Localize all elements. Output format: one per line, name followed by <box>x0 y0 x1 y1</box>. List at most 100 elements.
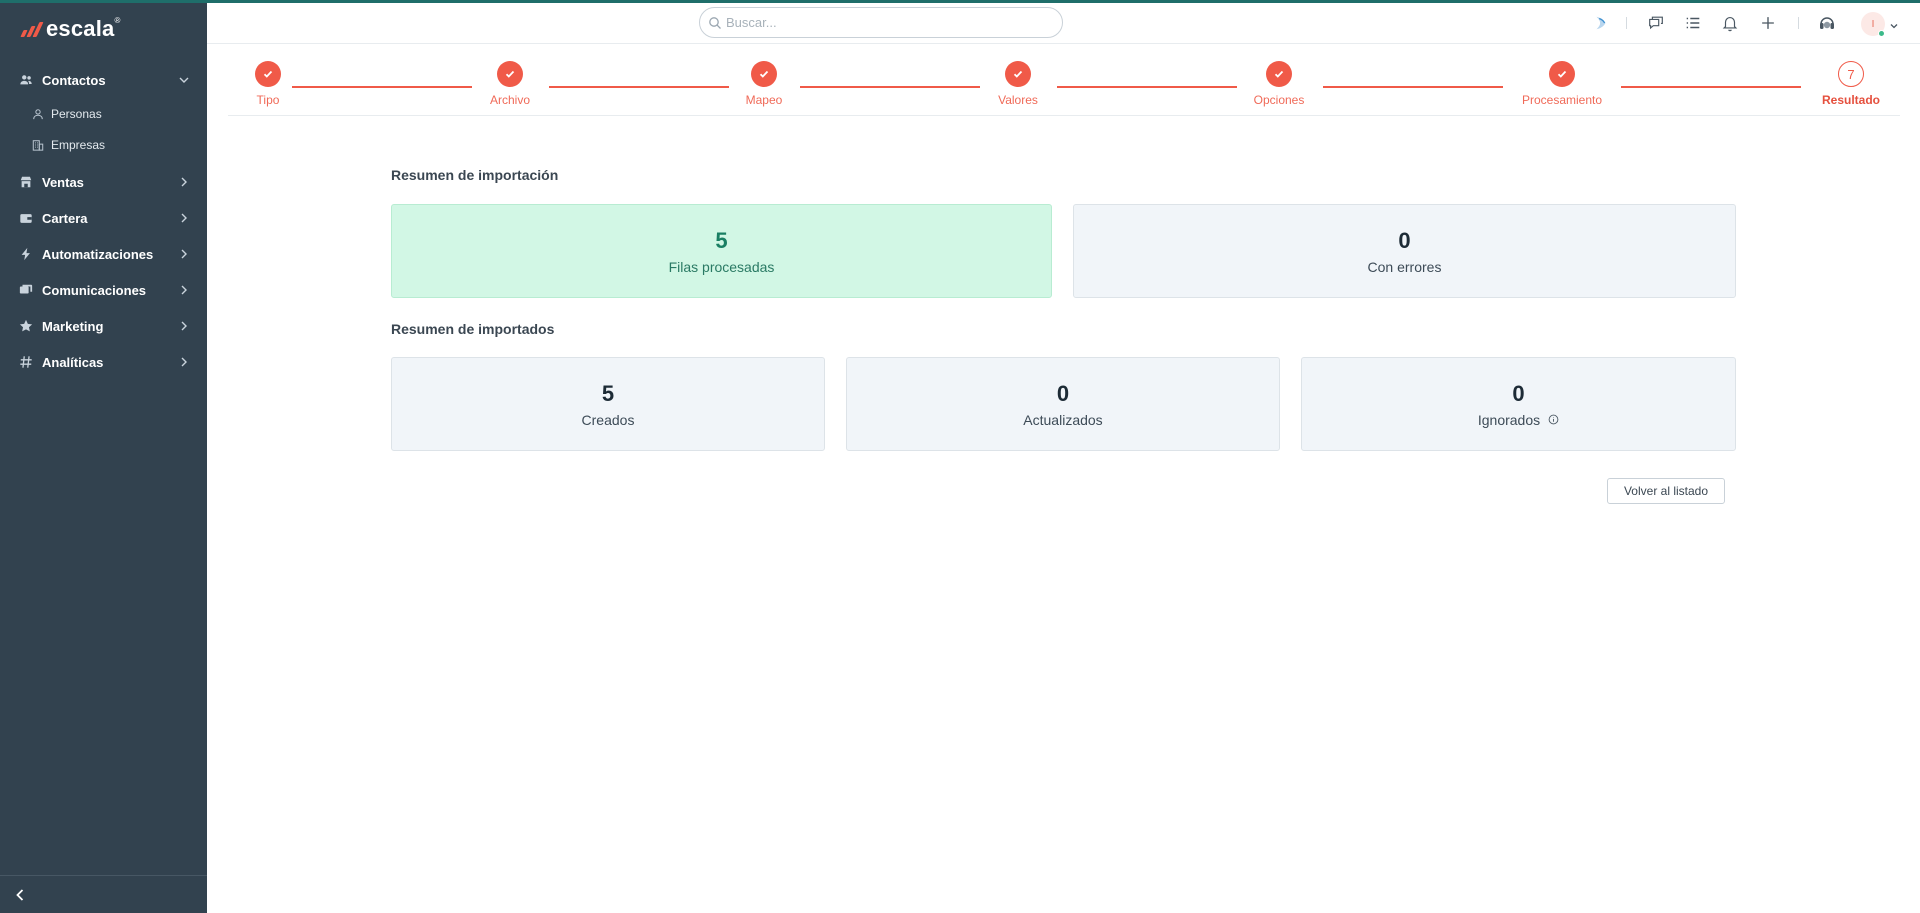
sidebar-subitem-label: Empresas <box>51 137 106 152</box>
logo-mark-icon <box>20 21 44 37</box>
step-label: Opciones <box>1253 93 1305 107</box>
collapse-sidebar-icon[interactable] <box>12 887 28 903</box>
step-tipo[interactable]: Tipo <box>248 61 288 107</box>
errors-card: 0 Con errores <box>1073 204 1736 298</box>
bell-icon[interactable] <box>1720 13 1740 33</box>
chevron-right-icon <box>177 355 191 369</box>
step-mapeo[interactable]: Mapeo <box>739 61 789 107</box>
chevron-down-icon[interactable] <box>1889 18 1899 29</box>
errors-value: 0 <box>1398 227 1411 253</box>
processed-rows-value: 5 <box>715 227 728 253</box>
sidebar-item-automatizaciones[interactable]: Automatizaciones <box>0 236 207 272</box>
person-icon <box>31 107 45 121</box>
sidebar-item-label: Contactos <box>42 72 106 88</box>
chevron-right-icon <box>177 211 191 225</box>
chat-icon[interactable] <box>1646 13 1666 33</box>
step-connector <box>549 86 729 88</box>
created-card: 5 Creados <box>391 357 825 451</box>
check-icon <box>497 61 523 87</box>
sidebar-item-cartera[interactable]: Cartera <box>0 200 207 236</box>
ignored-card: 0 Ignorados <box>1301 357 1736 451</box>
processed-rows-label: Filas procesadas <box>668 258 775 275</box>
chevron-down-icon <box>177 73 191 87</box>
step-valores[interactable]: Valores <box>990 61 1046 107</box>
processed-rows-card: 5 Filas procesadas <box>391 204 1052 298</box>
ignored-value: 0 <box>1512 380 1525 406</box>
sidebar-item-marketing[interactable]: Marketing <box>0 308 207 344</box>
sidebar-item-ventas[interactable]: Ventas <box>0 164 207 200</box>
messages-icon <box>18 282 34 298</box>
list-icon[interactable] <box>1683 13 1703 33</box>
top-accent-bar <box>0 0 1920 3</box>
sidebar-item-comunicaciones[interactable]: Comunicaciones <box>0 272 207 308</box>
sidebar-item-label: Cartera <box>42 210 88 226</box>
bird-icon[interactable] <box>1591 13 1611 33</box>
sidebar-item-label: Analíticas <box>42 354 104 370</box>
step-label: Mapeo <box>745 93 783 107</box>
step-label: Valores <box>998 93 1038 107</box>
sidebar-nav: Contactos Personas Empresas Ventas Carte… <box>0 62 207 380</box>
step-connector <box>1057 86 1237 88</box>
chevron-right-icon <box>177 247 191 261</box>
step-resultado[interactable]: 7 Resultado <box>1811 61 1891 107</box>
building-icon <box>31 138 45 152</box>
step-connector <box>292 86 472 88</box>
step-number: 7 <box>1838 61 1864 87</box>
check-icon <box>751 61 777 87</box>
users-icon <box>18 72 34 88</box>
updated-value: 0 <box>1056 380 1070 406</box>
sidebar-item-analiticas[interactable]: Analíticas <box>0 344 207 380</box>
search-box[interactable] <box>699 7 1063 38</box>
updated-card: 0 Actualizados <box>846 357 1280 451</box>
created-label: Creados <box>581 411 635 428</box>
sidebar-subitem-empresas[interactable]: Empresas <box>0 129 207 160</box>
imported-summary-title: Resumen de importados <box>391 321 555 337</box>
brand-name: escala® <box>46 16 121 41</box>
import-stepper: Tipo Archivo Mapeo Valores Opciones Proc… <box>228 44 1900 116</box>
step-opciones[interactable]: Opciones <box>1247 61 1311 107</box>
step-label: Tipo <box>256 93 280 107</box>
check-icon <box>1549 61 1575 87</box>
search-input[interactable] <box>726 15 1046 30</box>
errors-label: Con errores <box>1367 258 1442 275</box>
wallet-icon <box>18 210 34 226</box>
top-header: I <box>207 3 1920 44</box>
sidebar-footer <box>0 875 207 913</box>
step-label: Resultado <box>1821 93 1880 107</box>
info-icon[interactable] <box>1548 414 1559 425</box>
lightning-icon <box>18 246 34 262</box>
import-summary-title: Resumen de importación <box>391 167 559 183</box>
headset-icon[interactable] <box>1817 13 1837 33</box>
search-icon <box>708 16 722 30</box>
ignored-label: Ignorados <box>1477 411 1541 428</box>
check-icon <box>1005 61 1031 87</box>
store-icon <box>18 174 34 190</box>
step-connector <box>1323 86 1503 88</box>
header-divider <box>1798 17 1799 29</box>
online-status-dot <box>1878 30 1885 37</box>
chevron-right-icon <box>177 175 191 189</box>
brand-logo[interactable]: escala® <box>20 14 121 44</box>
sidebar-item-contactos[interactable]: Contactos <box>0 62 207 98</box>
step-procesamiento[interactable]: Procesamiento <box>1513 61 1611 107</box>
sidebar: escala® Contactos Personas Empresas Vent… <box>0 0 207 913</box>
created-value: 5 <box>601 380 615 406</box>
step-label: Archivo <box>489 93 530 107</box>
star-icon <box>18 318 34 334</box>
sidebar-item-label: Ventas <box>42 174 84 190</box>
back-to-list-button[interactable]: Volver al listado <box>1607 478 1725 504</box>
ignored-label-row: Ignorados <box>1478 412 1559 428</box>
step-connector <box>1621 86 1801 88</box>
sidebar-item-label: Comunicaciones <box>42 282 147 298</box>
check-icon <box>1266 61 1292 87</box>
sidebar-subitem-label: Personas <box>51 106 102 121</box>
step-archivo[interactable]: Archivo <box>480 61 540 107</box>
step-connector <box>800 86 980 88</box>
sidebar-subitem-personas[interactable]: Personas <box>0 98 207 129</box>
chevron-right-icon <box>177 319 191 333</box>
chevron-right-icon <box>177 283 191 297</box>
sidebar-item-label: Marketing <box>42 318 104 334</box>
step-label: Procesamiento <box>1521 93 1603 107</box>
hashtag-icon <box>18 354 34 370</box>
plus-icon[interactable] <box>1758 13 1778 33</box>
